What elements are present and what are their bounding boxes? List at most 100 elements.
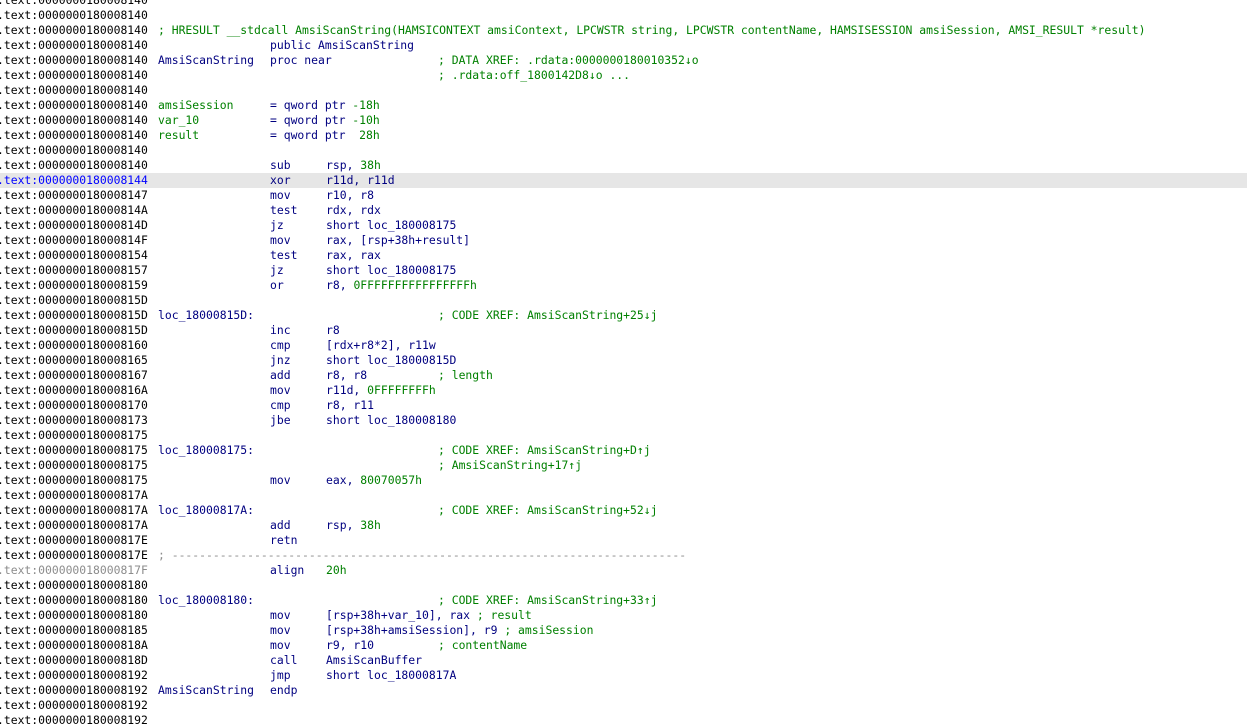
stack-var-name[interactable]: result (158, 128, 199, 143)
address[interactable]: .text:000000018000817F (0, 563, 148, 578)
address[interactable]: .text:0000000180008140 (0, 158, 148, 173)
operands[interactable]: rdx, rdx (326, 203, 381, 218)
address[interactable]: .text:0000000180008159 (0, 278, 148, 293)
listing-line[interactable]: .text:0000000180008140 sub rsp, 38h (0, 158, 1247, 173)
address[interactable]: .text:000000018000817E (0, 533, 148, 548)
listing-line[interactable]: .text:000000018000817A add rsp, 38h (0, 518, 1247, 533)
listing-line[interactable]: .text:000000018000815D inc r8 (0, 323, 1247, 338)
listing-line[interactable]: .text:0000000180008180 mov [rsp+38h+var_10… (0, 608, 1247, 623)
address[interactable]: .text:000000018000815D (0, 323, 148, 338)
address[interactable]: .text:0000000180008140 (0, 53, 148, 68)
address[interactable]: .text:0000000180008154 (0, 248, 148, 263)
listing-line[interactable]: .text:0000000180008185 mov [rsp+38h+amsiSe… (0, 623, 1247, 638)
address[interactable]: .text:000000018000817A (0, 503, 148, 518)
address[interactable]: .text:0000000180008175 (0, 473, 148, 488)
address[interactable]: .text:0000000180008157 (0, 263, 148, 278)
address[interactable]: .text:000000018000815D (0, 293, 148, 308)
address[interactable]: .text:0000000180008175 (0, 428, 148, 443)
address[interactable]: .text:0000000180008192 (0, 713, 148, 728)
listing-line[interactable]: .text:000000018000814A test rdx, rdx (0, 203, 1247, 218)
operands[interactable]: rax, rax (326, 248, 381, 263)
operands[interactable]: rax, [rsp+38h+result] (326, 233, 470, 248)
listing-line[interactable]: .text:0000000180008140 result = qword ptr … (0, 128, 1247, 143)
address[interactable]: .text:0000000180008173 (0, 413, 148, 428)
address[interactable]: .text:0000000180008170 (0, 398, 148, 413)
address[interactable]: .text:0000000180008140 (0, 143, 148, 158)
address[interactable]: .text:000000018000814F (0, 233, 148, 248)
listing-line[interactable]: .text:000000018000817F align 20h (0, 563, 1247, 578)
listing-line[interactable]: .text:000000018000817E ; ----------------… (0, 548, 1247, 563)
address[interactable]: .text:0000000180008167 (0, 368, 148, 383)
listing-line[interactable]: .text:0000000180008140 (0, 0, 1247, 8)
listing-line[interactable]: .text:0000000180008140 ; HRESULT __stdcal… (0, 23, 1247, 38)
listing-line[interactable]: .text:0000000180008154 test rax, rax (0, 248, 1247, 263)
code-label[interactable]: loc_18000817A: (158, 503, 254, 518)
address[interactable]: .text:0000000180008140 (0, 113, 148, 128)
operands[interactable]: rsp, 38h (326, 518, 381, 533)
address[interactable]: .text:0000000180008147 (0, 188, 148, 203)
address[interactable]: .text:0000000180008180 (0, 608, 148, 623)
address[interactable]: .text:000000018000817A (0, 518, 148, 533)
listing-line[interactable]: .text:0000000180008192 jmp short loc_18000… (0, 668, 1247, 683)
listing-line[interactable]: .text:0000000180008140 amsiSession = qword… (0, 98, 1247, 113)
address[interactable]: .text:0000000180008175 (0, 443, 148, 458)
listing-line[interactable]: .text:0000000180008160 cmp [rdx+r8*2], r11… (0, 338, 1247, 353)
listing-line[interactable]: .text:0000000180008140 AmsiScanString proc… (0, 53, 1247, 68)
listing-line[interactable]: .text:0000000180008159 or r8, 0FFFFFFFFFFF… (0, 278, 1247, 293)
listing-line[interactable]: .text:0000000180008165 jnz short loc_18000… (0, 353, 1247, 368)
operands[interactable]: [rsp+38h+amsiSession], r9 ; amsiSession (326, 623, 593, 638)
operands[interactable]: r9, r10 (326, 638, 374, 653)
stack-var-name[interactable]: var_10 (158, 113, 199, 128)
operands[interactable]: r8, r8 (326, 368, 367, 383)
operands[interactable]: [rsp+38h+var_10], rax ; result (326, 608, 532, 623)
listing-line[interactable]: .text:000000018000818D call AmsiScanBuffer (0, 653, 1247, 668)
code-label[interactable]: AmsiScanString (158, 683, 254, 698)
operands[interactable]: r8 (326, 323, 340, 338)
operands[interactable]: AmsiScanBuffer (326, 653, 422, 668)
address[interactable]: .text:000000018000817A (0, 488, 148, 503)
address[interactable]: .text:000000018000818A (0, 638, 148, 653)
listing-line[interactable]: .text:0000000180008175 loc_180008175: ; CO… (0, 443, 1247, 458)
address[interactable]: .text:0000000180008185 (0, 623, 148, 638)
address[interactable]: .text:0000000180008140 (0, 68, 148, 83)
address[interactable]: .text:0000000180008192 (0, 698, 148, 713)
listing-line[interactable]: .text:000000018000818A mov r9, r10 ; conten… (0, 638, 1247, 653)
address[interactable]: .text:0000000180008140 (0, 128, 148, 143)
operands[interactable]: r11d, r11d (326, 173, 395, 188)
code-label[interactable]: loc_180008180: (158, 593, 254, 608)
operands[interactable]: short loc_18000817A (326, 668, 456, 683)
code-label[interactable]: loc_18000815D: (158, 308, 254, 323)
address[interactable]: .text:0000000180008140 (0, 8, 148, 23)
operands[interactable]: rsp, 38h (326, 158, 381, 173)
listing-line[interactable]: .text:0000000180008192 AmsiScanString endp (0, 683, 1247, 698)
address[interactable]: .text:0000000180008144 (0, 173, 148, 188)
address[interactable]: .text:0000000180008160 (0, 338, 148, 353)
operands[interactable]: r11d, 0FFFFFFFFh (326, 383, 436, 398)
address[interactable]: .text:0000000180008140 (0, 23, 148, 38)
address[interactable]: .text:0000000180008140 (0, 98, 148, 113)
listing-line-selected[interactable]: .text:0000000180008144 xor r11d, r11d (0, 173, 1247, 188)
address[interactable]: .text:0000000180008192 (0, 683, 148, 698)
listing-line[interactable]: .text:000000018000817E retn (0, 533, 1247, 548)
listing-line[interactable]: .text:0000000180008170 cmp r8, r11 (0, 398, 1247, 413)
operands[interactable]: short loc_180008175 (326, 218, 456, 233)
address[interactable]: .text:0000000180008175 (0, 458, 148, 473)
listing-line[interactable]: .text:000000018000817A loc_18000817A: ; CO… (0, 503, 1247, 518)
listing-line[interactable]: .text:0000000180008175 (0, 428, 1247, 443)
listing-line[interactable]: .text:0000000180008140 (0, 8, 1247, 23)
address[interactable]: .text:0000000180008165 (0, 353, 148, 368)
address[interactable]: .text:000000018000816A (0, 383, 148, 398)
listing-line[interactable]: .text:000000018000815D loc_18000815D: ; CO… (0, 308, 1247, 323)
operands[interactable]: short loc_180008175 (326, 263, 456, 278)
listing-line[interactable]: .text:0000000180008180 loc_180008180: ; CO… (0, 593, 1247, 608)
listing-line[interactable]: .text:0000000180008140 ; .rdata:off_18001… (0, 68, 1247, 83)
address[interactable]: .text:0000000180008140 (0, 38, 148, 53)
address[interactable]: .text:0000000180008192 (0, 668, 148, 683)
listing-line[interactable]: .text:000000018000814F mov rax, [rsp+38h+r… (0, 233, 1247, 248)
listing-line[interactable]: .text:0000000180008167 add r8, r8 ; length (0, 368, 1247, 383)
listing-line[interactable]: .text:000000018000815D (0, 293, 1247, 308)
address[interactable]: .text:000000018000817E (0, 548, 148, 563)
operands[interactable]: 20h (326, 563, 347, 578)
address[interactable]: .text:000000018000814A (0, 203, 148, 218)
operands[interactable]: r10, r8 (326, 188, 374, 203)
